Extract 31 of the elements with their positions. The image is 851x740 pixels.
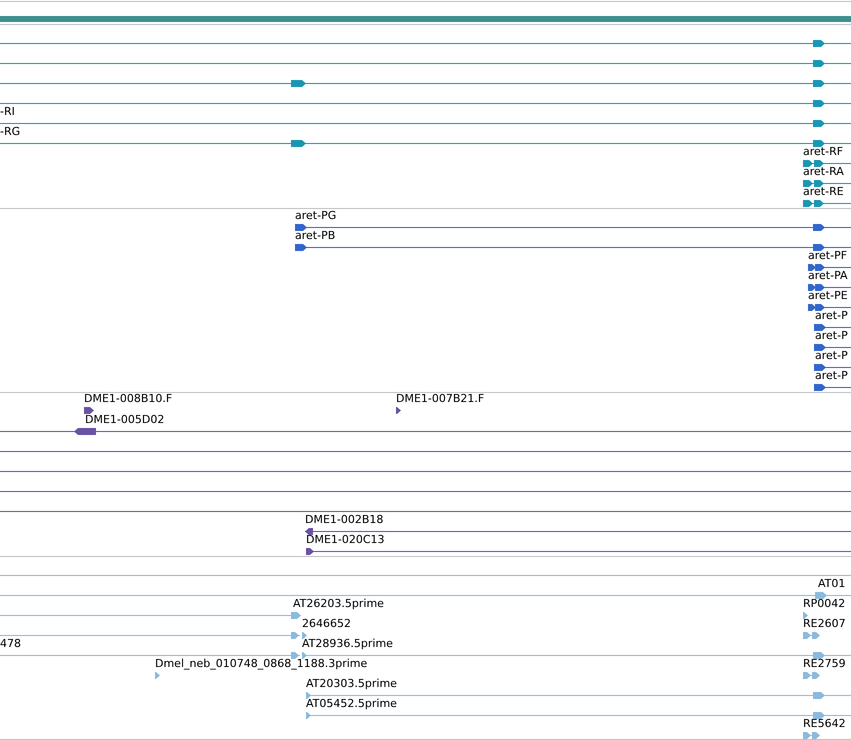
- feature-label[interactable]: DME1-007B21.F: [396, 392, 484, 405]
- feature-label[interactable]: aret-PA: [808, 269, 848, 282]
- feature-label[interactable]: aret-RA: [803, 165, 844, 178]
- feature-label[interactable]: RP0042: [803, 597, 846, 610]
- feature-label[interactable]: AT26203.5prime: [293, 597, 384, 610]
- feature-label[interactable]: aret-PB: [295, 229, 336, 242]
- feature-label[interactable]: AT01: [818, 577, 846, 590]
- feature-label[interactable]: aret-P: [815, 329, 848, 342]
- feature-label[interactable]: DME1-005D02: [85, 413, 164, 426]
- feature-label[interactable]: aret-P: [815, 349, 848, 362]
- feature-label[interactable]: aret-P: [815, 309, 848, 322]
- feature-label[interactable]: -RG: [0, 125, 20, 138]
- feature-label[interactable]: aret-PE: [808, 289, 848, 302]
- feature-label[interactable]: AT05452.5prime: [306, 697, 397, 710]
- feature-label[interactable]: DME1-002B18: [305, 513, 384, 526]
- feature-label[interactable]: aret-RF: [803, 145, 844, 158]
- feature-label[interactable]: AT28936.5prime: [302, 637, 393, 650]
- feature-label[interactable]: aret-P: [815, 369, 848, 382]
- feature-label[interactable]: DME1-020C13: [306, 533, 385, 546]
- feature-label[interactable]: 478: [0, 637, 21, 650]
- feature-label[interactable]: RE5642: [803, 717, 846, 730]
- feature-label[interactable]: -RI: [0, 105, 15, 118]
- feature-label[interactable]: RE2759: [803, 657, 846, 670]
- feature-label[interactable]: aret-PF: [808, 249, 848, 262]
- feature-label[interactable]: RE2607: [803, 617, 846, 630]
- feature-label[interactable]: DME1-008B10.F: [84, 392, 172, 405]
- feature-label[interactable]: 2646652: [302, 617, 351, 630]
- feature-label[interactable]: aret-RE: [803, 185, 844, 198]
- feature-label[interactable]: Dmel_neb_010748_0868_1188.3prime: [155, 657, 368, 670]
- feature-label[interactable]: aret-PG: [295, 209, 336, 222]
- feature-label[interactable]: AT20303.5prime: [306, 677, 397, 690]
